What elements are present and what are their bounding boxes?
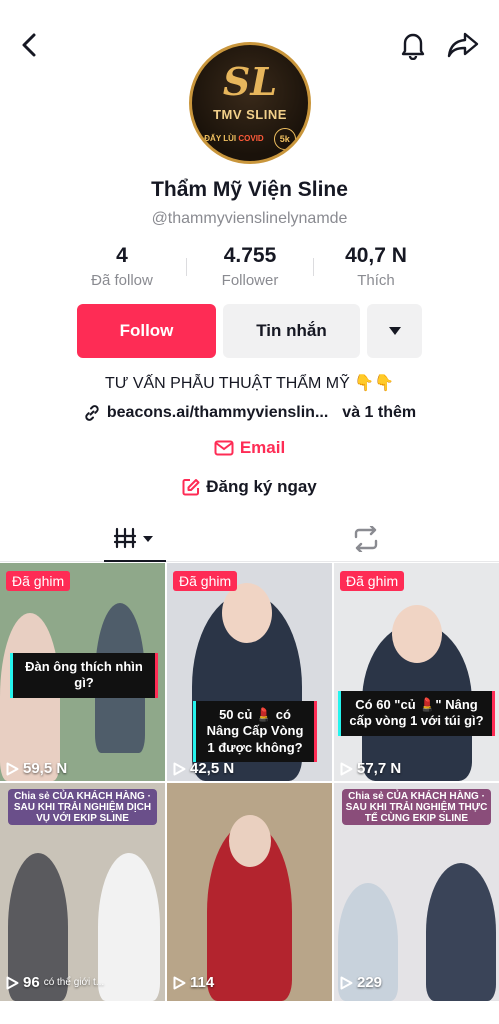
play-icon <box>6 976 19 989</box>
edit-icon <box>182 479 200 496</box>
repost-icon <box>354 526 378 552</box>
view-count: 229 <box>340 974 382 991</box>
back-button[interactable] <box>12 28 46 62</box>
grid-icon <box>113 527 153 549</box>
video-subtitle: có thể giới t... <box>43 977 105 988</box>
video-thumbnail[interactable]: Chia sẻ CỦA KHÁCH HÀNG · SAU KHI TRẢI NG… <box>0 783 165 1001</box>
thumbnail-figure <box>426 863 496 1001</box>
video-caption: 50 củ 💄 có Nâng Cấp Vòng 1 được không? <box>193 701 317 762</box>
play-icon <box>340 762 353 775</box>
view-count: 96 có thể giới t... <box>6 974 104 991</box>
bell-icon <box>401 33 425 60</box>
stat-value: 4.755 <box>223 244 277 267</box>
play-icon <box>6 762 19 775</box>
thumbnail-banner: Chia sẻ CỦA KHÁCH HÀNG · SAU KHI TRẢI NG… <box>342 789 491 825</box>
notification-button[interactable] <box>395 27 431 63</box>
play-icon <box>173 976 186 989</box>
video-thumbnail[interactable]: Đã ghim Có 60 "củ 💄" Nâng cấp vòng 1 với… <box>334 563 499 781</box>
link-icon <box>85 405 99 421</box>
avatar-brand: TMV SLINE <box>213 106 287 122</box>
thumbnail-figure <box>98 853 160 1001</box>
email-label: Email <box>239 438 286 457</box>
avatar[interactable]: SL TMV SLINE ĐẨY LÙI COVID 5k <box>189 42 311 164</box>
view-count: 42,5 N <box>173 760 234 777</box>
video-caption: Có 60 "củ 💄" Nâng cấp vòng 1 với túi gì? <box>338 691 495 736</box>
play-icon <box>340 976 353 989</box>
avatar-badges: ĐẨY LÙI COVID 5k <box>204 127 296 150</box>
thumbnail-face <box>222 583 272 643</box>
thumbnail-banner: Chia sẻ CỦA KHÁCH HÀNG · SAU KHI TRẢI NG… <box>8 789 157 825</box>
stat-followers[interactable]: 4.755 Follower <box>185 244 315 289</box>
video-thumbnail[interactable]: Đã ghim 50 củ 💄 có Nâng Cấp Vòng 1 được … <box>167 563 332 781</box>
stat-following[interactable]: 4 Đã follow <box>57 244 187 289</box>
bio-link[interactable]: beacons.ai/thammyvienslin... <box>107 404 328 422</box>
stat-label: Follower <box>221 272 279 289</box>
caret-down-icon <box>388 327 401 335</box>
pinned-badge: Đã ghim <box>340 571 405 591</box>
message-button[interactable]: Tin nhắn <box>223 304 360 358</box>
mail-icon <box>214 440 234 456</box>
view-count: 59,5 N <box>6 760 67 777</box>
chevron-left-icon <box>22 33 36 57</box>
share-button[interactable] <box>444 27 482 63</box>
stat-value: 4 <box>116 244 128 267</box>
more-options-button[interactable] <box>367 304 422 358</box>
pinned-badge: Đã ghim <box>173 571 238 591</box>
thumbnail-face <box>229 815 271 867</box>
play-icon <box>173 762 186 775</box>
bio-link-row[interactable]: beacons.ai/thammyvienslin... và 1 thêm <box>0 404 499 422</box>
share-arrow-icon <box>447 32 479 58</box>
stat-label: Đã follow <box>91 272 153 289</box>
profile-stats: 4 Đã follow 4.755 Follower 40,7 N Thích <box>0 244 499 294</box>
video-thumbnail[interactable]: Đã ghim Đàn ông thích nhìn gì? 59,5 N <box>0 563 165 781</box>
stat-value: 40,7 N <box>345 244 407 267</box>
username-handle: @thammyvienslinelynamde <box>151 210 348 227</box>
bio-text: TƯ VẤN PHẪU THUẬT THẨM MỸ 👇👇 <box>104 375 395 392</box>
signup-label: Đăng ký ngay <box>206 477 317 496</box>
view-count: 57,7 N <box>340 760 401 777</box>
more-links[interactable]: và 1 thêm <box>342 404 416 422</box>
email-button[interactable]: Email <box>0 438 499 458</box>
avatar-badge-left: ĐẨY LÙI COVID <box>204 134 264 143</box>
signup-link[interactable]: Đăng ký ngay <box>0 477 499 497</box>
thumbnail-face <box>392 605 442 663</box>
video-caption: Đàn ông thích nhìn gì? <box>10 653 158 698</box>
avatar-badge-right: 5k <box>273 127 296 150</box>
view-count: 114 <box>173 974 214 991</box>
content-tabs <box>0 516 499 562</box>
video-thumbnail[interactable]: Chia sẻ CỦA KHÁCH HÀNG · SAU KHI TRẢI NG… <box>334 783 499 1001</box>
tab-videos[interactable] <box>104 516 166 562</box>
tab-reposts[interactable] <box>346 516 386 562</box>
stat-likes[interactable]: 40,7 N Thích <box>311 244 441 289</box>
stat-label: Thích <box>357 272 395 289</box>
display-name: Thẩm Mỹ Viện Sline <box>151 178 348 201</box>
avatar-monogram: SL <box>222 58 278 104</box>
follow-button[interactable]: Follow <box>77 304 216 358</box>
video-thumbnail[interactable]: 114 <box>167 783 332 1001</box>
pinned-badge: Đã ghim <box>6 571 71 591</box>
